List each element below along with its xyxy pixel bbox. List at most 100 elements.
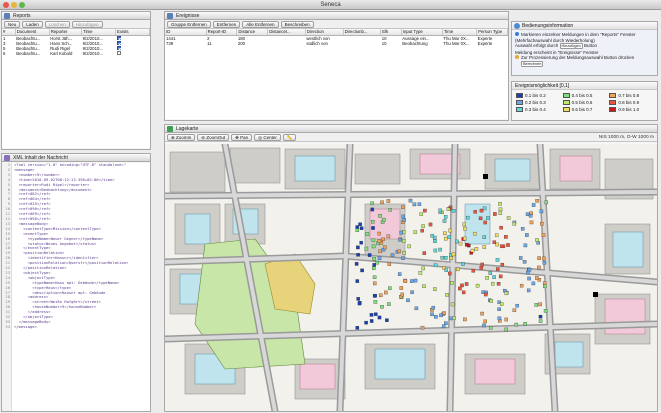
probability-marker [529, 220, 534, 225]
center-button[interactable]: ◎ Center [254, 134, 281, 141]
exists-checkbox[interactable] [116, 40, 121, 45]
legend-item: 0.5 bis 0.6 [562, 100, 607, 105]
legend-swatch [562, 107, 570, 112]
probability-marker [367, 253, 372, 257]
new-report-button[interactable]: Neu [4, 21, 21, 28]
probability-marker [519, 283, 524, 288]
probability-marker [430, 312, 434, 317]
legend-item: 0.7 bis 0.8 [609, 93, 653, 98]
probability-marker [372, 263, 376, 267]
probability-marker [525, 212, 530, 216]
event-distancet [268, 41, 306, 46]
minimize-window-button[interactable] [11, 2, 17, 8]
probability-marker [443, 215, 448, 219]
exists-checkbox[interactable] [116, 45, 121, 50]
map-zone [184, 213, 211, 245]
events-table-area: ID Report-ID Distance Distancet... Direc… [165, 29, 508, 119]
probability-marker [495, 258, 500, 262]
probability-marker [428, 222, 433, 227]
zoom-out-button[interactable]: ⊖ ZoomOut [197, 134, 230, 141]
probability-marker [504, 327, 508, 332]
probability-marker [357, 301, 362, 306]
info-panel: Bedienungsinformation Markieren einzelne… [511, 21, 658, 76]
probability-marker [449, 256, 453, 260]
probability-marker [496, 267, 500, 271]
map-canvas[interactable] [165, 144, 657, 411]
zoom-out-label: ZoomOut [206, 135, 226, 140]
probability-marker [414, 306, 419, 311]
remove-all-button[interactable]: Alle Entfernen [242, 21, 279, 28]
map-event-marker[interactable] [593, 292, 598, 297]
legend-swatch [562, 93, 570, 98]
legend-label: 0.1 bis 0.2 [525, 93, 546, 98]
probability-marker [356, 297, 360, 301]
xml-editor[interactable]: 1 2 3 4 5 6 7 8 9 10 11 12 13 14 15 16 17 18 19 20 21 22 23 24 2… [2, 163, 150, 411]
pan-label: Pan [240, 135, 249, 140]
probability-marker [494, 233, 499, 238]
close-window-button[interactable] [3, 2, 9, 8]
probability-marker [482, 206, 487, 211]
probability-marker [504, 291, 509, 296]
probability-marker [380, 305, 384, 309]
info-header: Bedienungsinformation [512, 22, 657, 30]
probability-marker [535, 238, 539, 242]
probability-marker [544, 200, 549, 205]
describe-button[interactable]: Beschreiben [280, 21, 314, 28]
probability-marker [506, 216, 511, 220]
reports-title: Reports [13, 13, 31, 19]
probability-marker [498, 207, 503, 212]
probability-marker [450, 302, 455, 307]
remove-event-button[interactable]: Entfernen [212, 21, 241, 28]
probability-marker [480, 262, 484, 267]
events-header: Ereignisse [165, 12, 508, 20]
xml-code: <?xml version="1.0" encoding="UTF-8" sta… [14, 163, 150, 330]
probability-marker [462, 222, 466, 227]
table-row[interactable]: 6 Beobachtu... Karl Kobold 9/2/2010... [2, 50, 150, 56]
bullet-icon [515, 55, 519, 60]
probability-marker [450, 281, 454, 285]
probability-marker [423, 208, 427, 213]
probability-marker [526, 270, 530, 275]
table-row[interactable]: 739 11 200 südlich von 10 Beobachtung Thu Mar … [165, 41, 508, 46]
legend-swatch [609, 100, 617, 105]
pan-button[interactable]: ✥ Pan [231, 134, 253, 141]
info-text: Zur Prozessierung der Meldungsauswahl Bu… [521, 55, 635, 61]
probability-marker [538, 302, 542, 307]
probability-marker [372, 266, 376, 270]
probability-marker [527, 276, 531, 281]
probability-marker [491, 281, 495, 286]
probability-marker [488, 326, 493, 330]
add-report-button[interactable]: Hinzufügen [71, 21, 103, 28]
probability-marker [506, 243, 510, 247]
legend-swatch [562, 100, 570, 105]
zoom-in-button[interactable]: ⊕ ZoomIn [167, 134, 196, 141]
measure-button[interactable]: 📏 [282, 134, 297, 141]
probability-marker [355, 326, 360, 330]
remove-group-button[interactable]: Gruppe Entfernen [167, 21, 211, 28]
report-time: 9/2/2010... [82, 50, 103, 56]
zoom-window-button[interactable] [19, 2, 25, 8]
probability-marker [377, 239, 382, 243]
probability-marker [383, 245, 387, 250]
map-svg[interactable] [165, 144, 657, 411]
exists-checkbox[interactable] [116, 50, 121, 55]
probability-marker [386, 199, 391, 203]
exists-checkbox[interactable] [116, 35, 121, 40]
probability-marker [527, 267, 532, 272]
probability-marker [402, 239, 406, 243]
probability-marker [384, 290, 388, 295]
map-event-marker[interactable] [483, 174, 488, 179]
load-report-button[interactable]: Laden [22, 21, 43, 28]
probability-marker [401, 205, 405, 209]
reports-icon [4, 13, 10, 19]
probability-marker [463, 317, 467, 322]
delete-report-button[interactable]: Löschen [44, 21, 70, 28]
event-time: Thu Mar 0X... [443, 40, 470, 46]
probability-marker [542, 256, 546, 261]
probability-marker [402, 218, 406, 222]
legend-label: 0.6 bis 0.7 [571, 107, 593, 112]
probability-marker [422, 251, 427, 255]
report-doc: Beobachtu... [16, 50, 41, 56]
legend-item: 0.6 bis 0.7 [562, 107, 607, 112]
probability-marker [373, 300, 378, 304]
